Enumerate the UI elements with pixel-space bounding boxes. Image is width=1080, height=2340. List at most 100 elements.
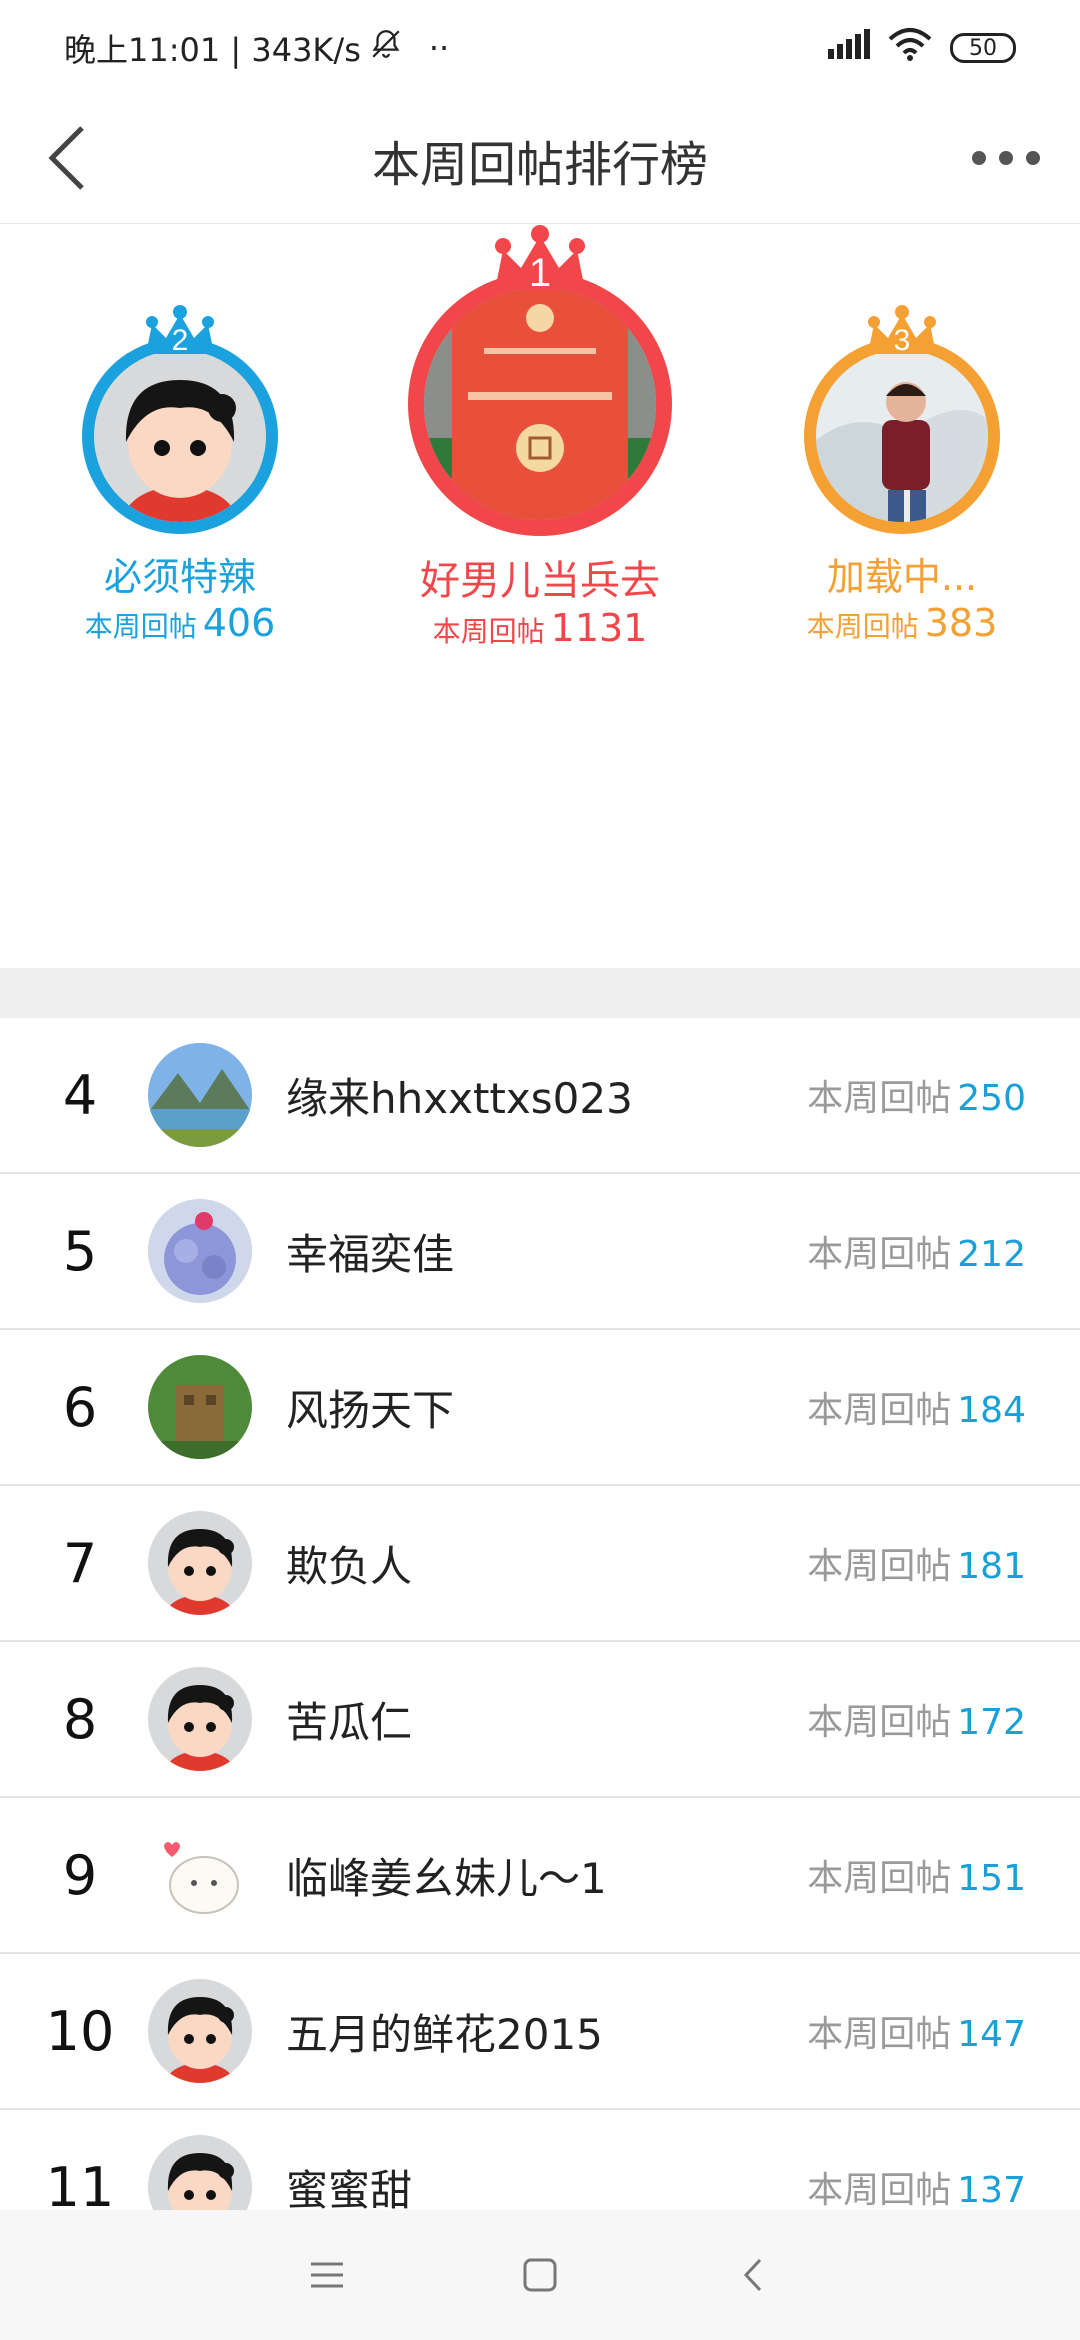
reply-count-label: 本周回帖 (807, 1858, 952, 1899)
reply-count-label: 本周回帖 (807, 1702, 952, 1743)
wifi-icon (888, 27, 932, 69)
ranking-row-10[interactable]: 10 五月的鲜花2015 本周回帖 147 (0, 1954, 1080, 2110)
third-count-line: 本周回帖 383 (782, 601, 1022, 645)
user-avatar (148, 1823, 252, 1927)
user-name: 缘来hhxxttxs023 (286, 1073, 633, 1123)
first-count: 1131 (550, 606, 648, 650)
reply-count: 本周回帖 137 (807, 2161, 1026, 2210)
ranking-row-4[interactable]: 4 缘来hhxxttxs023 本周回帖 250 (0, 1018, 1080, 1174)
user-avatar (148, 1043, 252, 1147)
section-divider (0, 968, 1080, 1018)
first-avatar (424, 288, 656, 520)
reply-count: 本周回帖 172 (807, 1693, 1026, 1745)
reply-count-value: 212 (957, 1234, 1026, 1275)
status-bar: 晚上11:01 | 343K/s ·· 50 (0, 0, 1080, 96)
third-avatar (816, 350, 988, 522)
page-title: 本周回帖排行榜 (371, 136, 708, 193)
reply-count: 本周回帖 184 (807, 1381, 1026, 1433)
reply-count-value: 172 (957, 1702, 1026, 1743)
reply-count-label: 本周回帖 (807, 2014, 952, 2055)
reply-count: 本周回帖 147 (807, 2005, 1026, 2057)
user-name: 风扬天下 (286, 1385, 455, 1435)
more-options-button[interactable] (956, 118, 1056, 198)
third-count: 383 (924, 601, 998, 645)
rank-number: 5 (62, 1219, 98, 1283)
first-rank-number: 1 (529, 251, 551, 295)
second-name: 必须特辣 (103, 555, 256, 599)
second-count-label: 本周回帖 (84, 610, 197, 643)
first-avatar-ring (408, 272, 672, 536)
first-name: 好男儿当兵去 (420, 558, 660, 604)
user-name: 蜜蜜甜 (286, 2165, 413, 2211)
more-dots-icon (972, 151, 1040, 165)
home-square-icon (523, 2258, 557, 2292)
crown-icon: 2 (138, 304, 222, 368)
third-count-label: 本周回帖 (806, 610, 919, 643)
reply-count-value: 184 (957, 1390, 1026, 1431)
user-name: 临峰姜幺妹儿～1 (286, 1853, 607, 1903)
user-name: 五月的鲜花2015 (286, 2009, 603, 2059)
reply-count-label: 本周回帖 (807, 1546, 952, 1587)
reply-count-value: 181 (957, 1546, 1026, 1587)
battery-level: 50 (969, 35, 997, 61)
podium-third-place[interactable]: 3 加载中... 本周回帖 383 (782, 304, 1022, 645)
reply-count-value: 137 (957, 2170, 1026, 2210)
reply-count: 本周回帖 181 (807, 1537, 1026, 1589)
ranking-row-7[interactable]: 7 欺负人 本周回帖 181 (0, 1486, 1080, 1642)
user-avatar (148, 1355, 252, 1459)
back-chevron-icon (744, 2258, 762, 2292)
user-avatar (148, 1199, 252, 1303)
title-bar: 本周回帖排行榜 (0, 96, 1080, 224)
crown-icon: 1 (485, 224, 595, 304)
nav-home-button[interactable] (500, 2235, 580, 2315)
rank-number: 4 (62, 1063, 98, 1127)
back-button[interactable] (28, 118, 108, 198)
user-avatar (148, 1511, 252, 1615)
reply-count-value: 250 (957, 1078, 1026, 1119)
reply-count-value: 151 (957, 1858, 1026, 1899)
user-avatar (148, 2135, 252, 2210)
rank-number: 7 (62, 1531, 98, 1595)
reply-count: 本周回帖 151 (807, 1849, 1026, 1901)
ranking-row-8[interactable]: 8 苦瓜仁 本周回帖 172 (0, 1642, 1080, 1798)
podium-second-place[interactable]: 2 必须特辣 本周回帖 406 (60, 304, 300, 645)
rank-number: 9 (62, 1843, 98, 1907)
user-avatar (148, 1979, 252, 2083)
signal-icon (828, 29, 870, 67)
first-count-line: 本周回帖 1131 (390, 606, 690, 650)
battery-indicator: 50 (950, 33, 1016, 63)
user-name: 幸福奕佳 (286, 1229, 455, 1279)
rank-number: 10 (45, 1999, 115, 2063)
podium-top3: 2 必须特辣 本周回帖 406 1 好男儿当兵去 本周回帖 1131 3 加载中… (0, 224, 1080, 968)
reply-count-label: 本周回帖 (807, 1078, 952, 1119)
reply-count: 本周回帖 212 (807, 1225, 1026, 1277)
mute-icon (369, 27, 403, 69)
user-name: 欺负人 (286, 1541, 413, 1591)
nav-menu-button[interactable] (287, 2235, 367, 2315)
system-nav-bar (0, 2210, 1080, 2340)
ranking-list[interactable]: 4 缘来hhxxttxs023 本周回帖 250 5 幸福奕佳 本周回帖 212 6… (0, 1018, 1080, 2210)
second-count-line: 本周回帖 406 (60, 601, 300, 645)
second-rank-number: 2 (172, 324, 189, 357)
reply-count-value: 147 (957, 2014, 1026, 2055)
third-name: 加载中... (826, 555, 978, 599)
rank-number: 11 (45, 2155, 115, 2211)
reply-count: 本周回帖 250 (807, 1069, 1026, 1121)
podium-first-place[interactable]: 1 好男儿当兵去 本周回帖 1131 (390, 224, 690, 650)
first-count-label: 本周回帖 (432, 615, 545, 648)
rank-number: 6 (62, 1375, 98, 1439)
rank-number: 8 (62, 1687, 98, 1751)
ranking-row-6[interactable]: 6 风扬天下 本周回帖 184 (0, 1330, 1080, 1486)
crown-icon: 3 (860, 304, 944, 368)
second-avatar (94, 350, 266, 522)
status-more-dots: ·· (428, 29, 450, 67)
ranking-row-11[interactable]: 11 蜜蜜甜 本周回帖 137 (0, 2110, 1080, 2210)
user-avatar (148, 1667, 252, 1771)
ranking-row-5[interactable]: 5 幸福奕佳 本周回帖 212 (0, 1174, 1080, 1330)
ranking-row-9[interactable]: 9 临峰姜幺妹儿～1 本周回帖 151 (0, 1798, 1080, 1954)
second-count: 406 (202, 601, 276, 645)
status-time: 晚上11:01 | 343K/s (64, 31, 361, 69)
reply-count-label: 本周回帖 (807, 2170, 952, 2210)
reply-count-label: 本周回帖 (807, 1234, 952, 1275)
nav-back-button[interactable] (713, 2235, 793, 2315)
